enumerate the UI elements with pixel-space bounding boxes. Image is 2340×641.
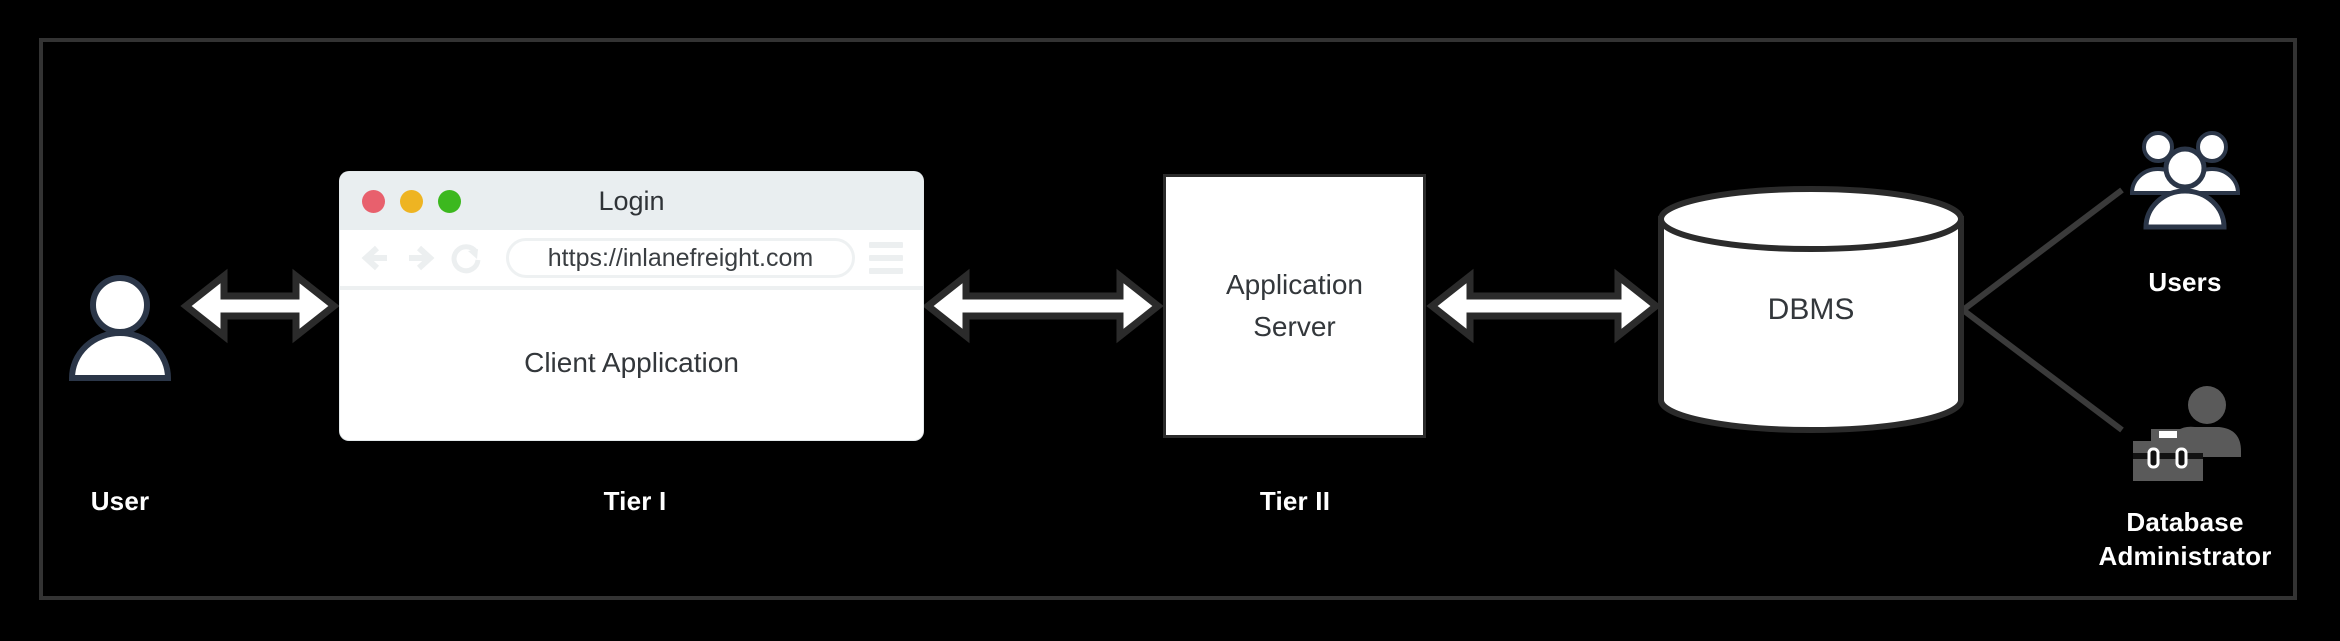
users-group-icon: [2120, 130, 2250, 230]
window-title: Login: [598, 185, 665, 216]
database-administrator-icon: [2115, 385, 2255, 495]
reload-icon[interactable]: [446, 237, 488, 279]
forward-arrow-icon[interactable]: [400, 237, 442, 279]
close-button[interactable]: [362, 189, 385, 213]
maximize-button[interactable]: [438, 189, 461, 213]
browser-toolbar: https://inlanefreight.com: [340, 230, 923, 290]
user-label: User: [90, 486, 150, 516]
client-application-text: Client Application: [524, 347, 739, 378]
browser-titlebar: Login: [340, 172, 923, 230]
window-controls[interactable]: [362, 172, 461, 230]
database-administrator-label: Database Administrator: [2098, 507, 2272, 571]
address-bar[interactable]: https://inlanefreight.com: [506, 238, 855, 278]
single-user-icon: [68, 275, 172, 381]
user-icon: [60, 275, 180, 381]
diagram-canvas: User Login https://inlanefreight.com Cli…: [0, 0, 2340, 641]
client-application-window[interactable]: Login https://inlanefreight.com Client A…: [340, 172, 923, 440]
users-label: Users: [2148, 267, 2222, 297]
url-text[interactable]: https://inlanefreight.com: [548, 244, 813, 273]
dbms-node: DBMS: [1657, 185, 1965, 434]
minimize-button[interactable]: [400, 189, 423, 213]
application-server-text: Application Server: [1226, 269, 1363, 342]
hamburger-menu-icon[interactable]: [869, 242, 903, 274]
back-arrow-icon[interactable]: [354, 237, 396, 279]
browser-content-area: Client Application: [340, 290, 923, 436]
tier-2-label: Tier II: [1259, 486, 1331, 516]
database-administrator-icon: [2133, 386, 2241, 481]
dbms-label: DBMS: [1767, 292, 1855, 326]
application-server-box: Application Server: [1163, 174, 1426, 438]
tier-1-label: Tier I: [603, 486, 667, 516]
user-group-icon: [2129, 131, 2241, 230]
